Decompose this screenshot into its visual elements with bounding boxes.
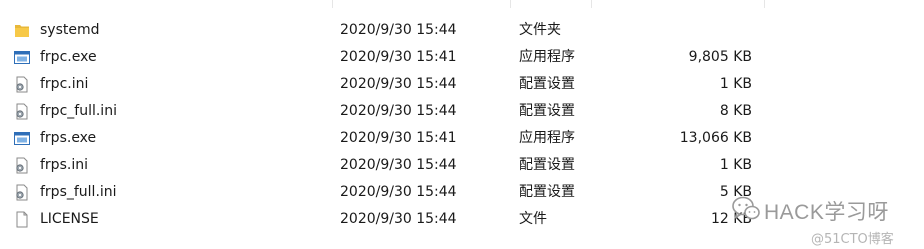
file-name: frps_full.ini: [40, 184, 117, 200]
column-divider-size-end[interactable]: [764, 0, 765, 8]
file-modified-date: 2020/9/30 15:44: [340, 184, 457, 200]
file-name: frpc.exe: [40, 49, 97, 65]
file-row-frpc-ini[interactable]: frpc.ini 2020/9/30 15:44 配置设置 1 KB: [0, 71, 924, 98]
file-modified-date: 2020/9/30 15:44: [340, 76, 457, 92]
file-row-frps-ini[interactable]: frps.ini 2020/9/30 15:44 配置设置 1 KB: [0, 152, 924, 179]
file-name: LICENSE: [40, 211, 99, 227]
file-name: frpc_full.ini: [40, 103, 117, 119]
file-modified-date: 2020/9/30 15:44: [340, 103, 457, 119]
file-type: 配置设置: [519, 103, 575, 119]
file-row-frps-exe[interactable]: frps.exe 2020/9/30 15:41 应用程序 13,066 KB: [0, 125, 924, 152]
file-type: 文件夹: [519, 22, 561, 38]
column-divider-date-type[interactable]: [510, 0, 511, 8]
file-modified-date: 2020/9/30 15:44: [340, 157, 457, 173]
file-name: frps.ini: [40, 157, 88, 173]
file-type: 文件: [519, 211, 547, 227]
wechat-logo-icon: [732, 196, 760, 220]
config-file-icon: [14, 71, 34, 98]
file-type: 配置设置: [519, 157, 575, 173]
file-size: 13,066 KB: [679, 130, 752, 146]
file-row-systemd[interactable]: systemd 2020/9/30 15:44 文件夹: [0, 17, 924, 44]
watermark-source: @51CTO博客: [811, 232, 894, 247]
file-size: [600, 17, 752, 44]
file-modified-date: 2020/9/30 15:44: [340, 22, 457, 38]
blank-file-icon: [14, 206, 34, 233]
file-modified-date: 2020/9/30 15:44: [340, 211, 457, 227]
file-size: 1 KB: [719, 157, 752, 173]
config-file-icon: [14, 152, 34, 179]
file-type: 应用程序: [519, 49, 575, 65]
file-modified-date: 2020/9/30 15:41: [340, 130, 457, 146]
exe-icon: [14, 125, 34, 152]
config-file-icon: [14, 98, 34, 125]
file-size: 8 KB: [719, 103, 752, 119]
file-type: 应用程序: [519, 130, 575, 146]
folder-icon: [14, 17, 34, 44]
file-row-frpc-full-ini[interactable]: frpc_full.ini 2020/9/30 15:44 配置设置 8 KB: [0, 98, 924, 125]
config-file-icon: [14, 179, 34, 206]
file-size: 9,805 KB: [688, 49, 752, 65]
watermark-title: HACK学习呀: [764, 201, 889, 224]
exe-icon: [14, 44, 34, 71]
file-name: frpc.ini: [40, 76, 89, 92]
file-type: 配置设置: [519, 76, 575, 92]
watermark: HACK学习呀 @51CTO博客: [728, 192, 924, 249]
file-row-frpc-exe[interactable]: frpc.exe 2020/9/30 15:41 应用程序 9,805 KB: [0, 44, 924, 71]
file-name: systemd: [40, 22, 100, 38]
file-type: 配置设置: [519, 184, 575, 200]
file-modified-date: 2020/9/30 15:41: [340, 49, 457, 65]
file-size: 1 KB: [719, 76, 752, 92]
file-name: frps.exe: [40, 130, 97, 146]
column-divider-name-date[interactable]: [332, 0, 333, 8]
column-divider-type-size[interactable]: [591, 0, 592, 8]
